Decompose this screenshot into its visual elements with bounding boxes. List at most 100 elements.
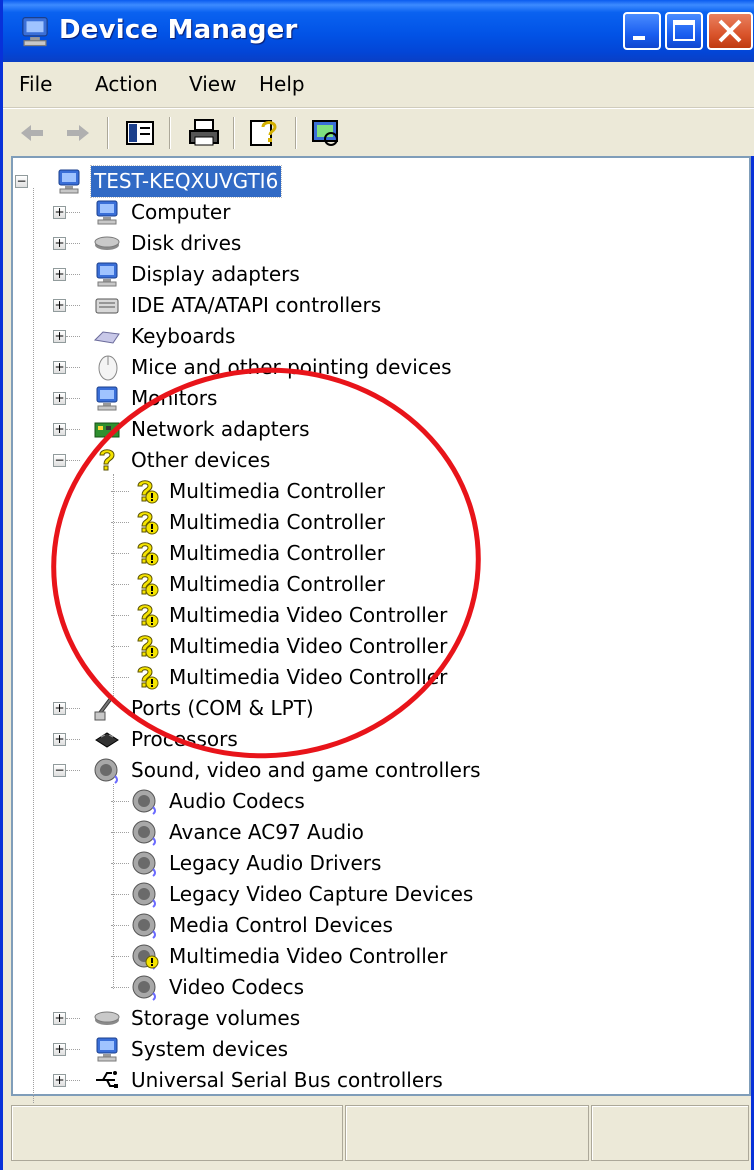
tree-root[interactable]: − TEST-KEQXUVGTI6 (13, 165, 313, 198)
collapse-toggle[interactable]: − (53, 454, 66, 467)
maximize-button[interactable] (665, 12, 703, 50)
tree-line (66, 305, 80, 306)
tree-line (66, 274, 80, 275)
status-cell (345, 1105, 589, 1161)
toolbar-separator (107, 117, 109, 149)
tree-device[interactable]: Avance AC97 Audio (13, 817, 713, 848)
tree-device-label: Legacy Video Capture Devices (169, 882, 474, 906)
tree-category[interactable]: + Storage volumes (13, 1003, 713, 1034)
tree-device-label: Audio Codecs (169, 789, 305, 813)
tree-line (111, 987, 129, 988)
speaker-icon (131, 849, 159, 877)
tree-category-label: Universal Serial Bus controllers (131, 1068, 443, 1092)
menu-file[interactable]: File (19, 72, 52, 96)
tree-line (111, 956, 129, 957)
menu-view[interactable]: View (189, 72, 236, 96)
computer-icon (55, 167, 83, 195)
back-arrow-icon[interactable] (15, 117, 49, 149)
toolbar-separator (169, 117, 171, 149)
menu-action[interactable]: Action (95, 72, 158, 96)
tree-device[interactable]: Video Codecs (13, 972, 713, 1003)
menu-help[interactable]: Help (259, 72, 305, 96)
tree-category-label: Disk drives (131, 231, 242, 255)
device-manager-window: Device Manager File Action View Help − T… (0, 0, 754, 1170)
tree-device[interactable]: Media Control Devices (13, 910, 713, 941)
expand-toggle[interactable]: + (53, 268, 66, 281)
tree-line (111, 801, 129, 802)
tree-category-label: Computer (131, 200, 231, 224)
device-manager-computer-icon (17, 14, 53, 48)
ide-controller-icon (93, 291, 121, 319)
tree-line (66, 1018, 80, 1019)
scan-hardware-icon[interactable] (309, 117, 343, 149)
tree-line (66, 336, 80, 337)
tree-line (66, 770, 80, 771)
window-title: Device Manager (59, 15, 298, 45)
tree-device[interactable]: Multimedia Video Controller (13, 941, 713, 972)
forward-arrow-icon[interactable] (61, 117, 95, 149)
tree-category[interactable]: − Sound, video and game controllers (13, 755, 713, 786)
expand-toggle[interactable]: + (53, 1074, 66, 1087)
tree-device[interactable]: Legacy Video Capture Devices (13, 879, 713, 910)
show-hide-console-tree-icon[interactable] (123, 117, 157, 149)
menu-bar: File Action View Help (3, 62, 754, 108)
status-cell (11, 1105, 343, 1161)
tree-line (111, 894, 129, 895)
toolbar-separator (233, 117, 235, 149)
speaker-icon (131, 787, 159, 815)
processor-icon (93, 725, 121, 753)
print-icon[interactable] (187, 117, 221, 149)
expand-toggle[interactable]: + (53, 1012, 66, 1025)
speaker-icon (93, 756, 121, 784)
tree-line (111, 863, 129, 864)
tree-category[interactable]: + Mice and other pointing devices (13, 352, 713, 383)
mouse-icon (93, 353, 121, 381)
tree-line (66, 708, 80, 709)
collapse-toggle[interactable]: − (15, 175, 28, 188)
tree-category[interactable]: + System devices (13, 1034, 713, 1065)
monitor-icon (93, 384, 121, 412)
expand-toggle[interactable]: + (53, 423, 66, 436)
tree-category[interactable]: + Disk drives (13, 228, 713, 259)
tree-category[interactable]: + Display adapters (13, 259, 713, 290)
tree-root-label: TEST-KEQXUVGTI6 (89, 165, 283, 198)
keyboard-icon (93, 322, 121, 350)
warning-icon (145, 955, 159, 969)
tree-device-label: Avance AC97 Audio (169, 820, 364, 844)
help-icon[interactable] (247, 117, 281, 149)
tree-device[interactable]: Audio Codecs (13, 786, 713, 817)
tree-category[interactable]: + Universal Serial Bus controllers (13, 1065, 713, 1096)
tree-category[interactable]: + Computer (13, 197, 713, 228)
close-icon (718, 19, 742, 43)
tree-category-label: Sound, video and game controllers (131, 758, 481, 782)
expand-toggle[interactable]: + (53, 299, 66, 312)
tree-device[interactable]: Legacy Audio Drivers (13, 848, 713, 879)
tree-device-label: Video Codecs (169, 975, 305, 999)
maximize-icon (673, 20, 695, 41)
minimize-button[interactable] (623, 12, 661, 50)
usb-icon (93, 1066, 121, 1094)
tree-category-label: Keyboards (131, 324, 236, 348)
close-button[interactable] (707, 12, 753, 50)
status-bar (11, 1103, 751, 1163)
expand-toggle[interactable]: + (53, 733, 66, 746)
expand-toggle[interactable]: + (53, 361, 66, 374)
disk-drive-icon (93, 1004, 121, 1032)
expand-toggle[interactable]: + (53, 392, 66, 405)
tree-device-label: Media Control Devices (169, 913, 393, 937)
expand-toggle[interactable]: + (53, 1043, 66, 1056)
expand-toggle[interactable]: + (53, 330, 66, 343)
tree-category-label: IDE ATA/ATAPI controllers (131, 293, 382, 317)
tree-category-label: Storage volumes (131, 1006, 301, 1030)
tree-category[interactable]: + IDE ATA/ATAPI controllers (13, 290, 713, 321)
expand-toggle[interactable]: + (53, 237, 66, 250)
expand-toggle[interactable]: + (53, 702, 66, 715)
tree-device-label: Legacy Audio Drivers (169, 851, 382, 875)
collapse-toggle[interactable]: − (53, 764, 66, 777)
tree-category[interactable]: + Keyboards (13, 321, 713, 352)
title-bar[interactable]: Device Manager (3, 0, 754, 62)
expand-toggle[interactable]: + (53, 206, 66, 219)
tree-category-label: System devices (131, 1037, 289, 1061)
tree-line (66, 367, 80, 368)
computer-icon (93, 198, 121, 226)
